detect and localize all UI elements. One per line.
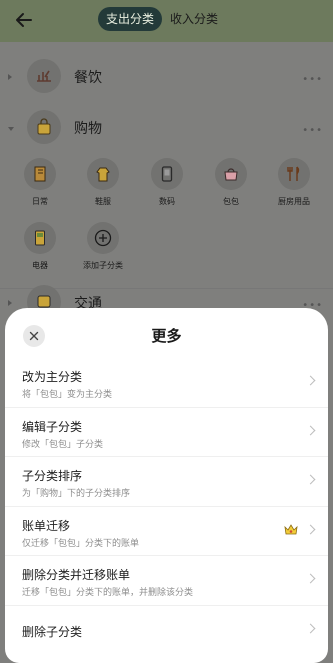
subcategory-label: 包包: [223, 197, 239, 206]
subcategory-label: 日常: [32, 197, 48, 206]
chevron-right-icon: [305, 474, 316, 485]
category-type-switch: 支出分类 收入分类: [98, 7, 226, 31]
chevron-right-icon: [305, 573, 316, 584]
chevron-right-icon: [305, 425, 316, 435]
phone-icon: [151, 158, 183, 190]
chevron-right-icon: [305, 375, 316, 386]
appliance-icon: [24, 222, 56, 254]
action-subtitle: 修改「包包」子分类: [22, 439, 104, 450]
subcategory-item[interactable]: 包包: [203, 158, 259, 207]
shopping-bag-icon: [27, 110, 61, 144]
action-migrate-bills[interactable]: 账单迁移 仅迁移「包包」分类下的账单: [5, 507, 328, 556]
action-list: 改为主分类 将「包包」变为主分类 编辑子分类 修改「包包」子分类 子分类排序 为…: [5, 358, 328, 655]
header-bar: 支出分类 收入分类: [0, 0, 333, 42]
action-title: 账单迁移: [22, 518, 71, 533]
subcategory-item[interactable]: 数码: [139, 158, 195, 207]
more-actions-sheet: 更多 改为主分类 将「包包」变为主分类 编辑子分类 修改「包包」子分类 子分类排…: [5, 308, 328, 663]
action-title: 编辑子分类: [22, 419, 83, 434]
subcategory-item[interactable]: 厨房用品: [266, 158, 322, 207]
arrow-left-icon[interactable]: [14, 10, 34, 30]
subcategory-item[interactable]: 鞋服: [75, 158, 131, 207]
more-dots-icon[interactable]: •••: [302, 125, 323, 136]
action-delete-subcategory[interactable]: 删除子分类: [5, 606, 328, 656]
action-title: 删除子分类: [22, 624, 83, 639]
sheet-title: 更多: [151, 327, 182, 345]
category-row[interactable]: 餐饮 •••: [0, 56, 333, 100]
add-subcategory-button[interactable]: 添加子分类: [75, 222, 131, 271]
utensils-icon: [278, 158, 310, 190]
action-delete-and-migrate[interactable]: 删除分类并迁移账单 迁移「包包」分类下的账单，并删除该分类: [5, 556, 328, 606]
tab-expense[interactable]: 支出分类: [98, 7, 163, 31]
category-label: 购物: [74, 121, 102, 137]
action-make-main-category[interactable]: 改为主分类 将「包包」变为主分类: [5, 358, 328, 408]
chevron-right-icon: [305, 623, 316, 633]
category-label: 餐饮: [74, 70, 102, 86]
caret-right-icon: [8, 74, 12, 80]
action-subtitle: 仅迁移「包包」分类下的账单: [22, 538, 140, 549]
tab-income[interactable]: 收入分类: [162, 7, 226, 31]
action-title: 删除分类并迁移账单: [22, 568, 131, 582]
action-subtitle: 将「包包」变为主分类: [22, 390, 113, 400]
crown-icon: [284, 523, 298, 534]
subcategory-label: 厨房用品: [278, 197, 310, 206]
subcategory-label: 鞋服: [95, 197, 111, 206]
action-title: 改为主分类: [22, 370, 83, 384]
action-title: 子分类排序: [22, 469, 83, 483]
caret-right-icon: [8, 300, 12, 306]
handbag-icon: [215, 158, 247, 190]
subcategory-item[interactable]: 电器: [12, 222, 68, 271]
action-subtitle: 为「购物」下的子分类排序: [22, 489, 131, 499]
clothes-icon: [87, 158, 119, 190]
more-dots-icon[interactable]: •••: [302, 74, 323, 85]
subcategory-label: 添加子分类: [83, 261, 123, 270]
add-circle-icon: [87, 222, 119, 254]
category-row[interactable]: 购物 •••: [0, 107, 333, 151]
action-edit-subcategory[interactable]: 编辑子分类 修改「包包」子分类: [5, 408, 328, 457]
action-subtitle: 迁移「包包」分类下的账单，并删除该分类: [22, 588, 194, 598]
chevron-right-icon: [305, 524, 316, 534]
subcategory-label: 数码: [159, 197, 175, 206]
action-sort-subcategories[interactable]: 子分类排序 为「购物」下的子分类排序: [5, 457, 328, 507]
subcategory-item[interactable]: 日常: [12, 158, 68, 207]
notebook-icon: [24, 158, 56, 190]
dining-icon: [27, 59, 61, 93]
subcategory-label: 电器: [32, 261, 48, 270]
caret-down-icon: [8, 127, 14, 131]
